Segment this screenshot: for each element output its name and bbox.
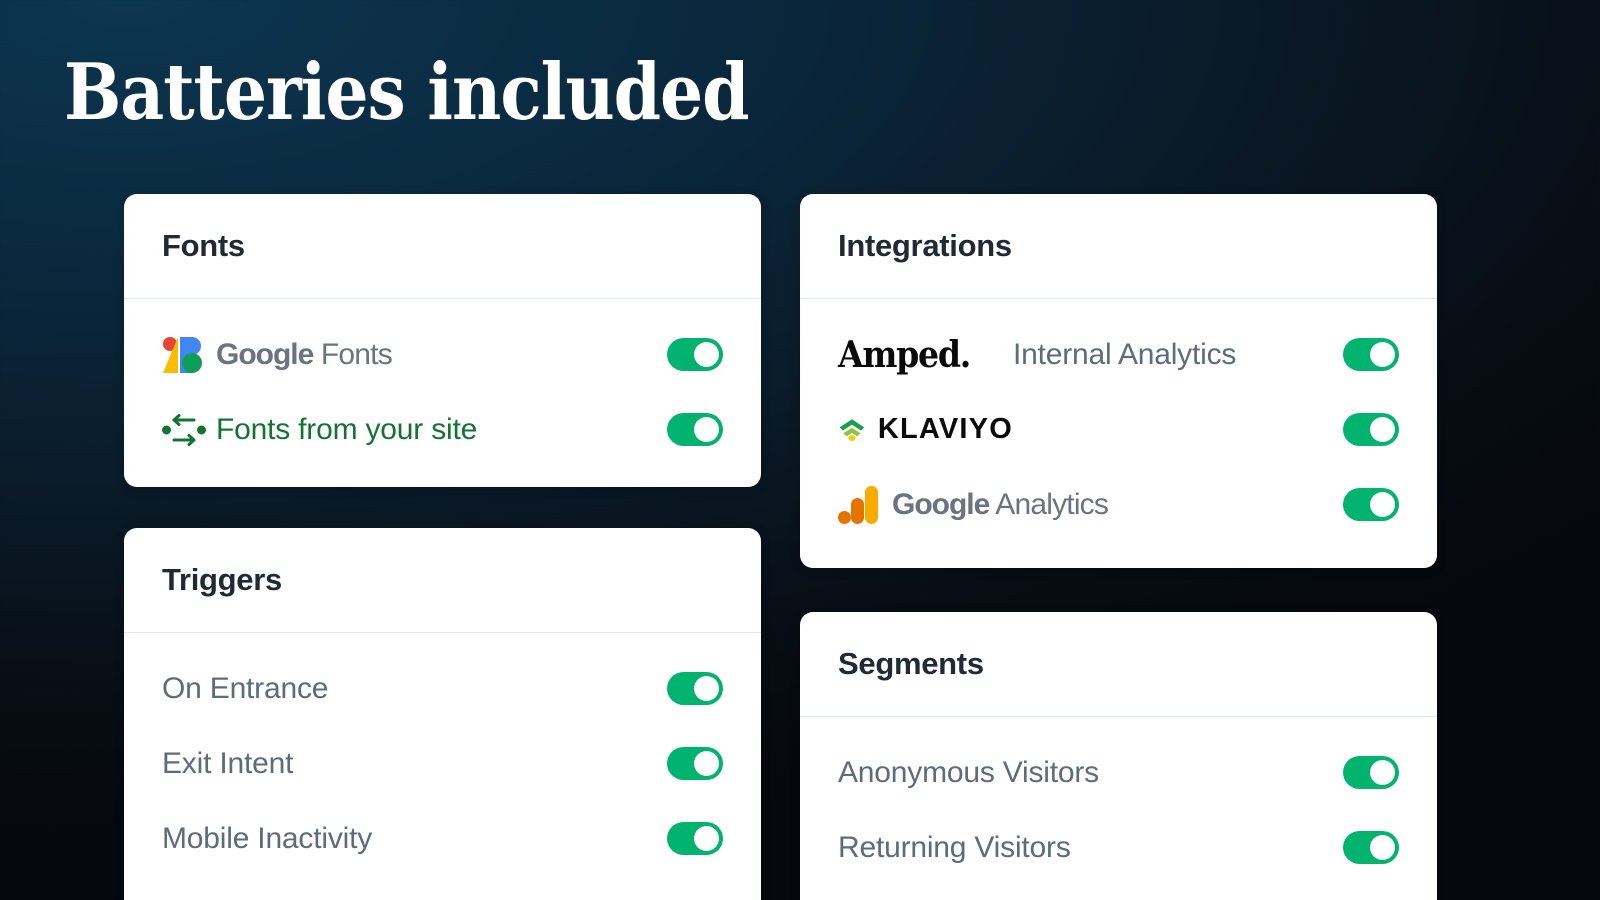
segments-card: Segments Anonymous Visitors Returning Vi…: [800, 612, 1437, 900]
toggle-knob: [1370, 835, 1395, 860]
toggle-knob: [1370, 417, 1395, 442]
toggle-google-analytics[interactable]: [1343, 488, 1399, 521]
list-item[interactable]: On Entrance: [162, 651, 723, 726]
list-item-label: Returning Visitors: [838, 830, 1071, 864]
klaviyo-logo-icon: KLAVIYO: [838, 409, 1013, 451]
google-fonts-logo-icon: [162, 335, 216, 375]
toggle-knob: [694, 342, 719, 367]
list-item[interactable]: Fonts from your site: [162, 392, 723, 467]
fonts-card-body: Google Fonts Fonts from your site: [124, 299, 761, 487]
google-wordmark-bold: Google: [892, 487, 990, 521]
list-item-label: Google Analytics: [892, 488, 1343, 522]
toggle-knob: [1370, 342, 1395, 367]
triggers-card: Triggers On Entrance Exit Intent Mobile …: [124, 528, 761, 900]
toggle-anonymous-visitors[interactable]: [1343, 756, 1399, 789]
amped-wordmark: Amped.: [838, 333, 971, 376]
list-item-label: Mobile Inactivity: [162, 821, 373, 855]
toggle-knob: [694, 417, 719, 442]
fonts-card-header: Fonts: [124, 194, 761, 298]
fonts-card: Fonts Google Fonts Fonts from your site: [124, 194, 761, 487]
list-item[interactable]: Mobile Inactivity: [162, 801, 723, 876]
segments-card-header: Segments: [800, 612, 1437, 716]
page-title: Batteries included: [64, 47, 750, 138]
list-item-label: Fonts from your site: [216, 412, 478, 446]
list-item-label: Google Fonts: [216, 338, 667, 372]
google-wordmark-bold: Google: [216, 337, 314, 371]
list-item[interactable]: Google Analytics: [838, 467, 1399, 542]
integrations-card-title: Integrations: [838, 228, 1012, 263]
toggle-knob: [1370, 492, 1395, 517]
list-item[interactable]: Returning Visitors: [838, 810, 1399, 885]
toggle-fonts-from-your-site[interactable]: [667, 413, 723, 446]
list-item[interactable]: KLAVIYO: [838, 392, 1399, 467]
toggle-on-entrance[interactable]: [667, 672, 723, 705]
fonts-sync-arrows-icon: [162, 413, 216, 446]
integrations-card-body: Amped. Internal Analytics KLAVIYO Google…: [800, 299, 1437, 568]
triggers-card-header: Triggers: [124, 528, 761, 632]
toggle-returning-visitors[interactable]: [1343, 831, 1399, 864]
klaviyo-wordmark: KLAVIYO: [877, 413, 1013, 445]
toggle-exit-intent[interactable]: [667, 747, 723, 780]
segments-card-title: Segments: [838, 646, 984, 681]
toggle-klaviyo[interactable]: [1343, 413, 1399, 446]
list-item[interactable]: Anonymous Visitors: [838, 735, 1399, 810]
toggle-knob: [1370, 760, 1395, 785]
triggers-card-title: Triggers: [162, 562, 282, 597]
google-wordmark-light: Fonts: [320, 337, 393, 371]
google-analytics-logo-icon: [838, 484, 892, 526]
list-item-label: Exit Intent: [162, 746, 294, 780]
google-wordmark-light: Analytics: [995, 487, 1109, 521]
list-item-label: Anonymous Visitors: [838, 755, 1099, 789]
toggle-knob: [694, 826, 719, 851]
amped-logo-icon: Amped.: [838, 334, 1013, 376]
toggle-knob: [694, 676, 719, 701]
list-item-label: On Entrance: [162, 671, 329, 705]
toggle-mobile-inactivity[interactable]: [667, 822, 723, 855]
fonts-card-title: Fonts: [162, 228, 245, 263]
toggle-google-fonts[interactable]: [667, 338, 723, 371]
list-item-label: Internal Analytics: [1013, 337, 1237, 371]
triggers-card-body: On Entrance Exit Intent Mobile Inactivit…: [124, 633, 761, 900]
integrations-card-header: Integrations: [800, 194, 1437, 298]
list-item[interactable]: Amped. Internal Analytics: [838, 317, 1399, 392]
integrations-card: Integrations Amped. Internal Analytics K…: [800, 194, 1437, 568]
list-item[interactable]: Google Fonts: [162, 317, 723, 392]
segments-card-body: Anonymous Visitors Returning Visitors: [800, 717, 1437, 900]
toggle-internal-analytics[interactable]: [1343, 338, 1399, 371]
list-item[interactable]: Exit Intent: [162, 726, 723, 801]
toggle-knob: [694, 751, 719, 776]
